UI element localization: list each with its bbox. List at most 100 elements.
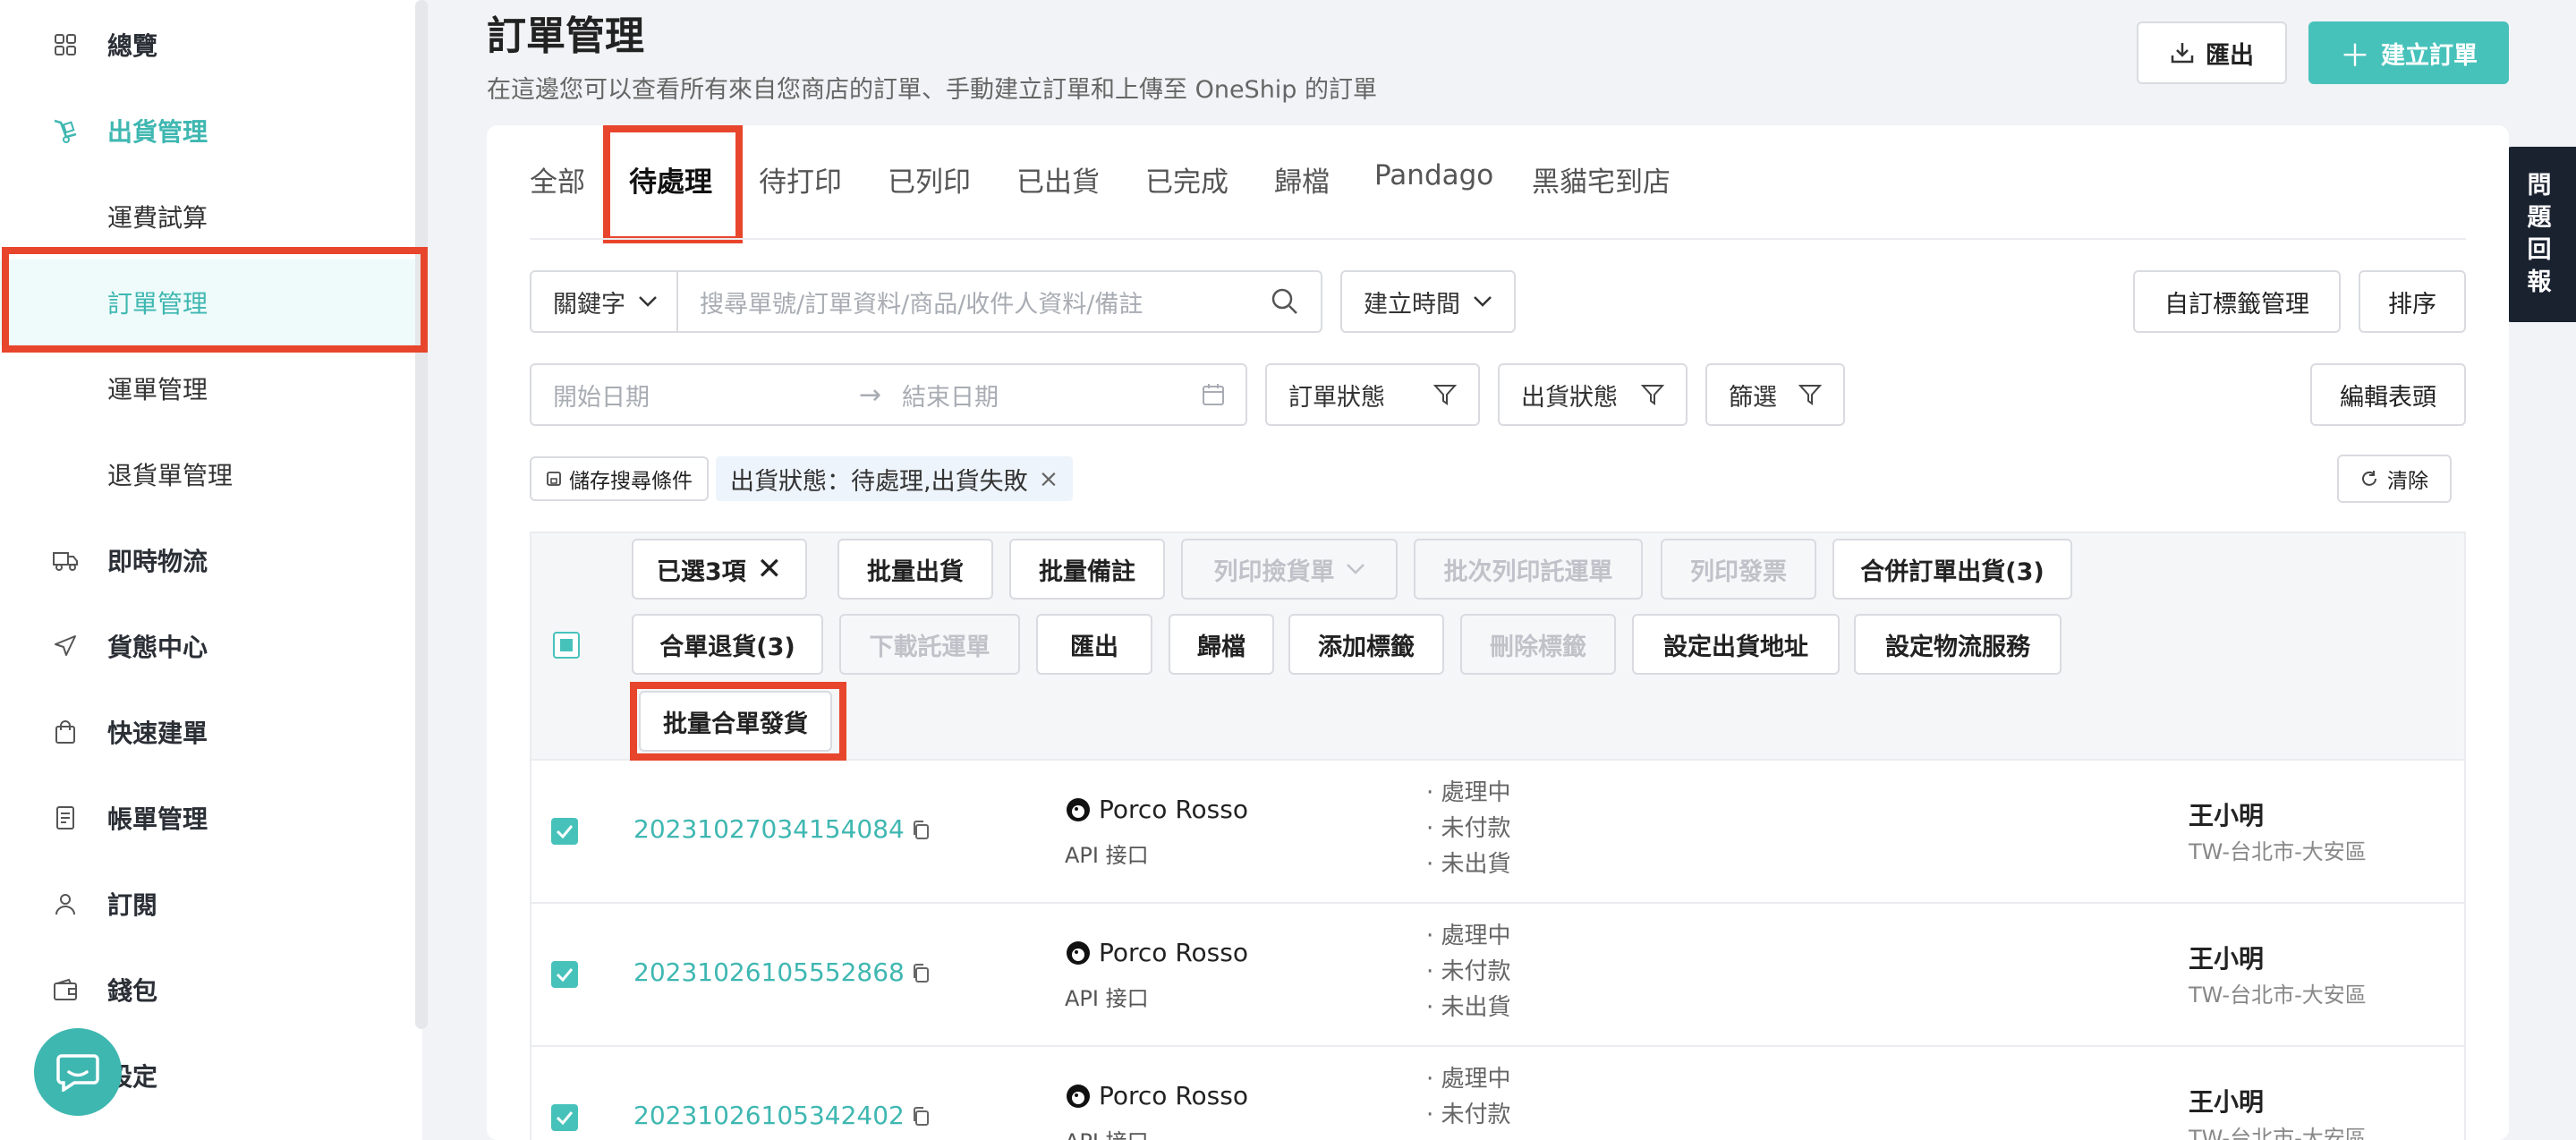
- sidebar-item-tracking-center[interactable]: 貨態中心: [0, 603, 422, 689]
- save-search-button[interactable]: 儲存搜尋條件: [530, 456, 709, 501]
- tag-manage-label: 自訂標籤管理: [2164, 290, 2309, 319]
- sidebar-item-label: 貨態中心: [107, 633, 208, 662]
- highlight-orders-nav: [2, 247, 428, 353]
- sidebar-item-shipping[interactable]: 出貨管理: [0, 88, 422, 174]
- save-icon: [547, 472, 561, 486]
- tab-pandago[interactable]: Pandago: [1374, 159, 1493, 191]
- sidebar-item-returns[interactable]: 退貨單管理: [0, 431, 422, 517]
- feedback-char: 報: [2527, 268, 2552, 296]
- print-invoice-label: 列印發票: [1690, 557, 1787, 586]
- add-tag-button[interactable]: 添加標籤: [1288, 614, 1444, 675]
- batch-print-waybill-button[interactable]: 批次列印託運單: [1414, 539, 1643, 600]
- clear-button[interactable]: 清除: [2337, 455, 2452, 503]
- sidebar-item-label: 錢包: [107, 976, 158, 1006]
- print-picklist-button[interactable]: 列印撿貨單: [1181, 539, 1398, 600]
- customer-name: 王小明: [2189, 801, 2265, 830]
- sidebar-item-subscription[interactable]: 訂閱: [0, 861, 422, 947]
- order-number-link[interactable]: 20231027034154084: [633, 814, 905, 844]
- sidebar-item-quick-create[interactable]: 快速建單: [0, 689, 422, 775]
- order-number-link[interactable]: 20231026105552868: [633, 957, 905, 987]
- shipping-status-label: 出貨狀態: [1521, 383, 1618, 412]
- sidebar-item-label: 出貨管理: [107, 117, 208, 147]
- bulk-archive-button[interactable]: 歸檔: [1169, 614, 1274, 675]
- check-icon: [556, 968, 574, 982]
- order-number-link[interactable]: 20231026105342402: [633, 1101, 905, 1130]
- close-icon[interactable]: ×: [1039, 465, 1059, 493]
- row-checkbox[interactable]: [551, 818, 578, 845]
- create-order-label: 建立訂單: [2381, 41, 2478, 70]
- bulk-remark-button[interactable]: 批量備註: [1009, 539, 1165, 600]
- sidebar-item-billing[interactable]: 帳單管理: [0, 775, 422, 861]
- keyword-select[interactable]: 關鍵字: [530, 270, 678, 333]
- merge-return-button[interactable]: 合單退貨(3): [632, 614, 823, 675]
- tab-to-print[interactable]: 待打印: [759, 159, 842, 200]
- tab-completed[interactable]: 已完成: [1145, 159, 1228, 200]
- chevron-down-icon: [639, 296, 657, 307]
- sidebar-scrollbar[interactable]: [415, 0, 428, 1029]
- print-picklist-label: 列印撿貨單: [1213, 557, 1335, 586]
- selected-count-button[interactable]: 已選3項 ✕: [632, 539, 807, 600]
- feedback-char: 回: [2527, 236, 2552, 264]
- customer-address: TW-台北市-大安區: [2189, 983, 2367, 1008]
- shipping-status-filter[interactable]: 出貨狀態: [1498, 363, 1688, 426]
- order-status-filter[interactable]: 訂單狀態: [1265, 363, 1480, 426]
- bulk-export-button[interactable]: 匯出: [1036, 614, 1152, 675]
- chat-launcher-button[interactable]: [34, 1028, 122, 1116]
- arrow-right-icon: →: [859, 379, 882, 411]
- feedback-tab[interactable]: 問 題 回 報: [2503, 147, 2576, 322]
- tab-black-cat[interactable]: 黑貓宅到店: [1532, 159, 1671, 200]
- download-waybill-button[interactable]: 下載託運單: [839, 614, 1020, 675]
- set-logistics-service-button[interactable]: 設定物流服務: [1854, 614, 2062, 675]
- merge-return-label: 合單退貨(3): [659, 633, 795, 661]
- sidebar-item-realtime-logistics[interactable]: 即時物流: [0, 517, 422, 603]
- customer-address: TW-台北市-大安區: [2189, 839, 2367, 864]
- chat-icon: [56, 1054, 99, 1092]
- copy-icon[interactable]: [911, 963, 931, 984]
- tab-archived[interactable]: 歸檔: [1274, 159, 1330, 200]
- set-ship-address-label: 設定出貨地址: [1663, 633, 1808, 661]
- edit-header-button[interactable]: 編輯表頭: [2310, 363, 2466, 426]
- status-line: · 未付款: [1426, 958, 1511, 985]
- tab-printed[interactable]: 已列印: [888, 159, 971, 200]
- merge-ship-button[interactable]: 合併訂單出貨(3): [1832, 539, 2072, 600]
- export-label: 匯出: [2206, 41, 2254, 70]
- print-invoice-button[interactable]: 列印發票: [1661, 539, 1816, 600]
- search-icon[interactable]: [1271, 287, 1299, 316]
- table-row[interactable]: 20231026105552868 Porco Rosso API 接口 · 處…: [530, 904, 2466, 1047]
- wallet-icon: [52, 976, 79, 1003]
- tab-shipped[interactable]: 已出貨: [1016, 159, 1100, 200]
- status-line: · 未出貨: [1426, 994, 1511, 1021]
- set-ship-address-button[interactable]: 設定出貨地址: [1632, 614, 1840, 675]
- date-range-picker[interactable]: 開始日期 → 結束日期: [530, 363, 1247, 426]
- select-all-checkbox[interactable]: [553, 632, 580, 659]
- row-checkbox[interactable]: [551, 961, 578, 988]
- sidebar-item-wallet[interactable]: 錢包: [0, 947, 422, 1033]
- delete-tag-button[interactable]: 刪除標籤: [1460, 614, 1616, 675]
- table-row[interactable]: 20231027034154084 Porco Rosso API 接口 · 處…: [530, 761, 2466, 904]
- tag-manage-button[interactable]: 自訂標籤管理: [2133, 270, 2341, 333]
- grid-icon: [52, 31, 79, 58]
- sidebar-item-label: 帳單管理: [107, 804, 208, 834]
- status-line: · 未付款: [1426, 815, 1511, 842]
- page-subtitle: 在這邊您可以查看所有來自您商店的訂單、手動建立訂單和上傳至 OneShip 的訂…: [487, 76, 1378, 104]
- copy-icon[interactable]: [911, 1106, 931, 1127]
- copy-icon[interactable]: [911, 820, 931, 841]
- sidebar-item-waybills[interactable]: 運單管理: [0, 345, 422, 431]
- row-checkbox[interactable]: [551, 1104, 578, 1131]
- sort-button[interactable]: 排序: [2359, 270, 2466, 333]
- export-button[interactable]: 匯出: [2137, 21, 2287, 84]
- sidebar-item-overview[interactable]: 總覽: [0, 2, 422, 88]
- status-line: · 處理中: [1426, 779, 1511, 806]
- table-row[interactable]: 20231026105342402 Porco Rosso API 接口 · 處…: [530, 1047, 2466, 1140]
- create-order-button[interactable]: ＋ 建立訂單: [2308, 21, 2509, 84]
- filter-icon: [1433, 385, 1457, 405]
- created-time-select[interactable]: 建立時間: [1340, 270, 1516, 333]
- bulk-ship-button[interactable]: 批量出貨: [837, 539, 993, 600]
- search-input[interactable]: 搜尋單號/訂單資料/商品/收件人資料/備註: [676, 270, 1322, 333]
- close-icon: ✕: [756, 551, 783, 587]
- tab-all[interactable]: 全部: [530, 159, 585, 200]
- more-filter-button[interactable]: 篩選: [1705, 363, 1845, 426]
- shop-avatar-icon: [1067, 941, 1090, 965]
- indeterminate-mark: [560, 639, 573, 651]
- sidebar-item-label: 退貨單管理: [107, 461, 234, 490]
